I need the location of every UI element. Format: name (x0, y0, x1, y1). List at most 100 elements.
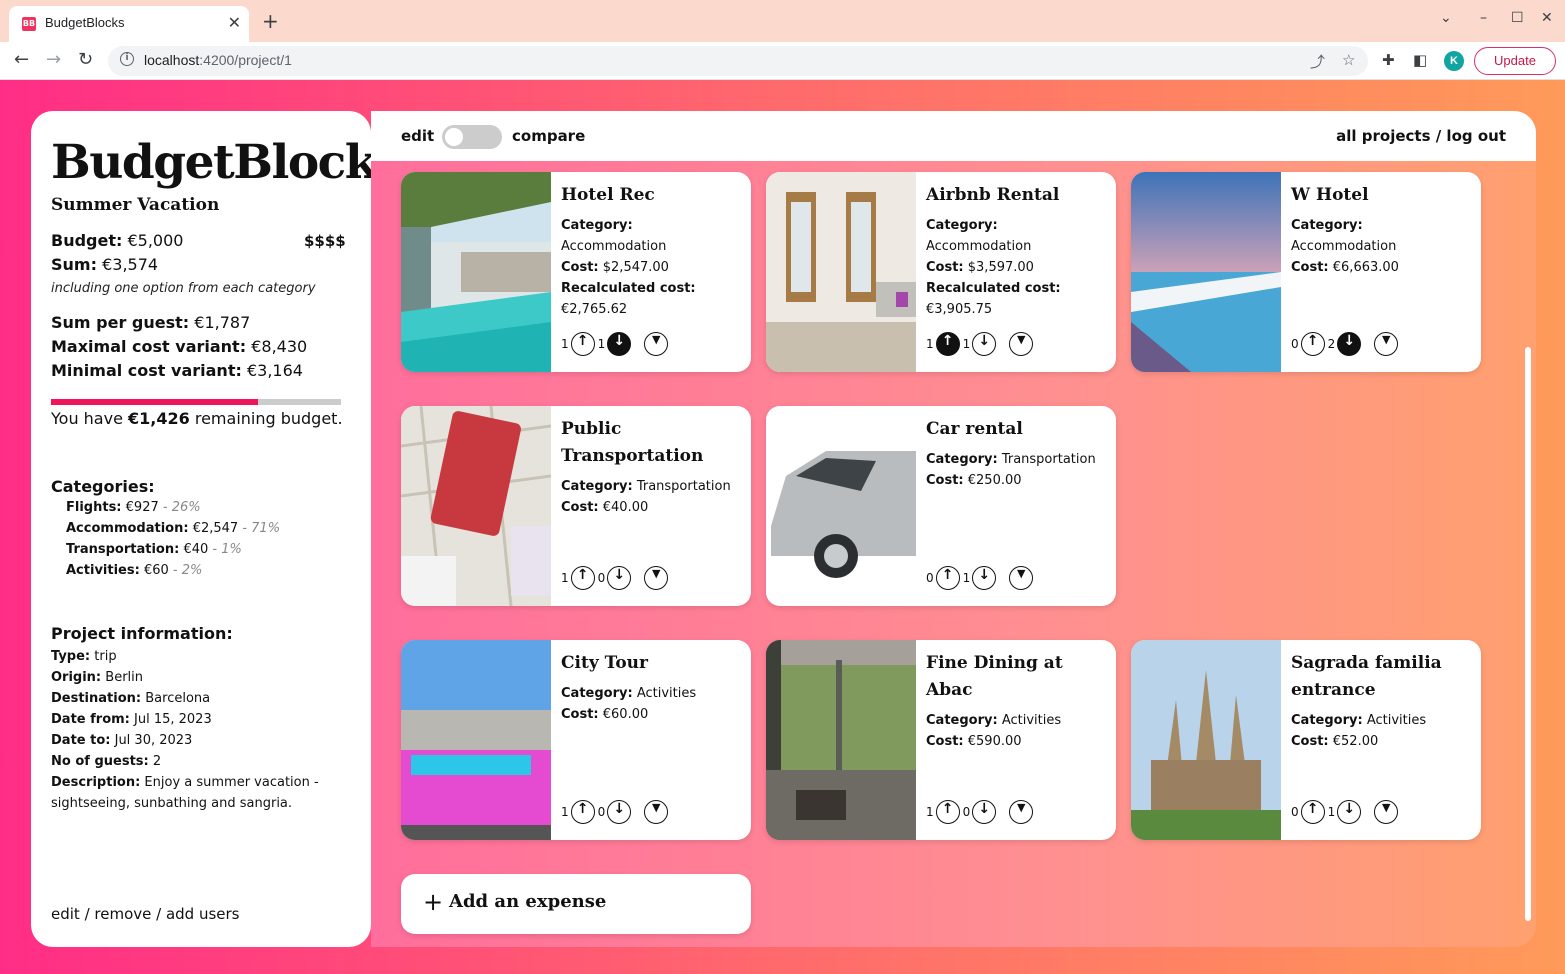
new-tab-icon[interactable]: + (262, 9, 279, 33)
expense-card[interactable]: Sagrada familia entrance Category: Activ… (1131, 640, 1481, 840)
side-panel-icon[interactable]: ◧ (1413, 51, 1427, 69)
downvote-count: 0 (597, 571, 606, 585)
downvote-count: 1 (962, 571, 971, 585)
expand-chevron-icon[interactable]: ▼ (644, 800, 669, 824)
downvote-icon[interactable]: ↓ (972, 566, 997, 590)
expand-chevron-icon[interactable]: ▼ (644, 332, 669, 356)
upvote-icon[interactable]: ↑ (1300, 800, 1325, 824)
expand-chevron-icon[interactable]: ▼ (1374, 332, 1399, 356)
card-title: Sagrada familia entrance (1291, 653, 1442, 700)
browser-tab[interactable]: BB BudgetBlocks ✕ (9, 6, 249, 42)
vote-controls: 1 ↑ 1 ↓ ▼ (926, 332, 1034, 356)
upvote-icon[interactable]: ↑ (1300, 332, 1325, 356)
minimize-icon[interactable]: – (1480, 10, 1487, 26)
main-panel: edit compare all projects / log out Hote… (371, 111, 1536, 947)
expand-chevron-icon[interactable]: ▼ (1009, 566, 1034, 590)
downvote-icon[interactable]: ↓ (607, 566, 632, 590)
expense-card[interactable]: Fine Dining at Abac Category: Activities… (766, 640, 1116, 840)
back-icon[interactable]: ← (14, 49, 29, 70)
maximize-icon[interactable]: ☐ (1511, 10, 1524, 26)
vote-controls: 1 ↑ 0 ↓ ▼ (926, 800, 1034, 824)
expand-chevron-icon[interactable]: ▼ (1009, 800, 1034, 824)
card-cost: Cost: €40.00 (561, 500, 649, 515)
upvote-icon[interactable]: ↑ (570, 566, 595, 590)
expense-card[interactable]: Airbnb Rental Category: Accommodation Co… (766, 172, 1116, 372)
card-category: Category: Transportation (561, 479, 731, 494)
downvote-count: 1 (597, 337, 606, 351)
forward-icon[interactable]: → (46, 49, 61, 70)
category-row: Accommodation: €2,547 - 71% (66, 521, 281, 536)
card-cost: Cost: €6,663.00 (1291, 260, 1399, 275)
close-window-icon[interactable]: ✕ (1541, 10, 1553, 26)
w-hotel-pool-image (1131, 172, 1281, 372)
info-type: Type: trip (51, 649, 117, 664)
address-bar[interactable]: i localhost:4200/project/1 ⤴ ☆ (108, 46, 1368, 76)
expand-chevron-icon[interactable]: ▼ (1374, 800, 1399, 824)
info-description: Description: Enjoy a summer vacation - s… (51, 775, 319, 811)
downvote-icon[interactable]: ↓ (1337, 800, 1362, 824)
downvote-icon[interactable]: ↓ (972, 800, 997, 824)
reload-icon[interactable]: ↻ (78, 49, 93, 70)
card-category: Accommodation (1291, 239, 1397, 254)
expense-card[interactable]: Hotel Rec Category: Accommodation Cost: … (401, 172, 751, 372)
upvote-icon[interactable]: ↑ (935, 566, 960, 590)
card-title: Car rental (926, 419, 1023, 439)
info-destination: Destination: Barcelona (51, 691, 211, 706)
card-cost: Cost: €52.00 (1291, 734, 1379, 749)
category-row: Activities: €60 - 2% (66, 563, 203, 578)
downvote-icon[interactable]: ↓ (1337, 332, 1362, 356)
hotel-pool-image (401, 172, 551, 372)
downvote-icon[interactable]: ↓ (607, 800, 632, 824)
downvote-count: 2 (1327, 337, 1336, 351)
user-actions-link[interactable]: edit / remove / add users (51, 905, 239, 923)
downvote-icon[interactable]: ↓ (607, 332, 632, 356)
edit-mode-label: edit (401, 127, 435, 145)
card-category: Category: Activities (1291, 713, 1427, 728)
upvote-icon[interactable]: ↑ (570, 332, 595, 356)
expand-chevron-icon[interactable]: ▼ (644, 566, 669, 590)
extensions-icon[interactable]: ✚ (1382, 51, 1395, 69)
expense-card[interactable]: City Tour Category: Activities Cost: €60… (401, 640, 751, 840)
card-title: W Hotel (1291, 185, 1369, 205)
info-origin: Origin: Berlin (51, 670, 144, 685)
close-tab-icon[interactable]: ✕ (228, 13, 241, 32)
upvote-count: 1 (561, 571, 569, 585)
update-button[interactable]: Update (1474, 47, 1556, 75)
info-date-to: Date to: Jul 30, 2023 (51, 733, 193, 748)
upvote-icon[interactable]: ↑ (570, 800, 595, 824)
card-title: Public Transportation (561, 419, 704, 466)
airbnb-room-image (766, 172, 916, 372)
upvote-icon[interactable]: ↑ (935, 800, 960, 824)
upvote-icon[interactable]: ↑ (935, 332, 960, 356)
expense-card[interactable]: W Hotel Category: Accommodation Cost: €6… (1131, 172, 1481, 372)
expand-chevron-icon[interactable]: ▼ (1009, 332, 1034, 356)
card-cost: Cost: €60.00 (561, 707, 649, 722)
expense-card[interactable]: Public Transportation Category: Transpor… (401, 406, 751, 606)
project-sidebar: BudgetBlocks Summer Vacation Budget: €5,… (31, 111, 402, 947)
edit-compare-toggle[interactable] (442, 125, 502, 149)
card-category-label: Category: (561, 218, 633, 233)
card-recalc: €3,905.75 (926, 302, 993, 317)
downvote-count: 1 (1327, 805, 1336, 819)
nav-links[interactable]: all projects / log out (1336, 127, 1506, 145)
sagrada-familia-image (1131, 640, 1281, 840)
tab-search-icon[interactable]: ⌄ (1440, 10, 1452, 26)
share-icon[interactable]: ⤴ (1310, 51, 1325, 72)
upvote-count: 0 (1291, 337, 1299, 351)
address-url[interactable]: localhost:4200/project/1 (144, 52, 292, 68)
downvote-icon[interactable]: ↓ (972, 332, 997, 356)
site-info-icon[interactable]: i (120, 52, 134, 66)
restaurant-image (766, 640, 916, 840)
bookmark-star-icon[interactable]: ☆ (1342, 51, 1355, 69)
vote-controls: 0 ↑ 2 ↓ ▼ (1291, 332, 1399, 356)
vote-controls: 0 ↑ 1 ↓ ▼ (1291, 800, 1399, 824)
scrollbar[interactable] (1525, 347, 1531, 921)
add-expense-button[interactable]: + Add an expense (401, 874, 751, 934)
card-category-label: Category: (926, 218, 998, 233)
price-level: $$$$ (304, 232, 346, 250)
city-tour-bus-image (401, 640, 551, 840)
per-guest-line: Sum per guest: €1,787 (51, 313, 251, 332)
downvote-count: 0 (962, 805, 971, 819)
profile-avatar[interactable]: K (1444, 51, 1464, 71)
expense-card[interactable]: Car rental Category: Transportation Cost… (766, 406, 1116, 606)
